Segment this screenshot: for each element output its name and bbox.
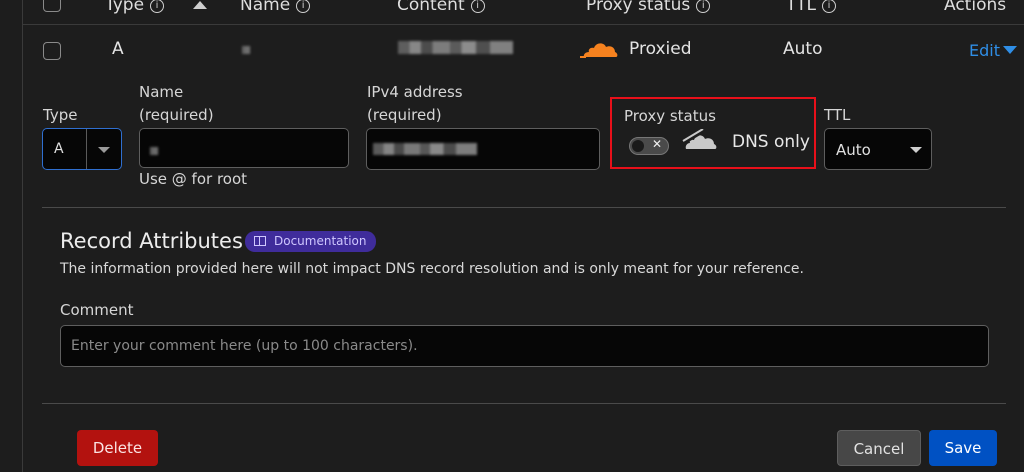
documentation-badge[interactable]: Documentation xyxy=(245,231,376,252)
header-divider xyxy=(23,24,1024,25)
record-type: A xyxy=(112,39,124,59)
name-value-redacted xyxy=(150,147,158,155)
name-label: Name (required) xyxy=(139,81,214,127)
sort-ascending-icon[interactable] xyxy=(193,1,207,9)
info-icon: i xyxy=(696,0,711,13)
cancel-button[interactable]: Cancel xyxy=(837,430,921,466)
ttl-select-value: Auto xyxy=(836,141,871,159)
type-select-value: A xyxy=(54,141,64,157)
info-icon: i xyxy=(470,0,485,13)
chevron-down-icon xyxy=(910,147,922,153)
column-header-name[interactable]: Name i xyxy=(240,0,311,15)
ttl-label: TTL xyxy=(824,106,851,124)
info-icon: i xyxy=(296,0,311,13)
actions-divider xyxy=(42,403,1006,404)
column-header-proxy-status[interactable]: Proxy status i xyxy=(586,0,711,15)
ipv4-label-line2: (required) xyxy=(367,106,442,124)
ipv4-label: IPv4 address (required) xyxy=(367,81,463,127)
proxied-cloud-icon xyxy=(580,40,620,60)
chevron-down-icon xyxy=(1002,46,1017,54)
delete-button[interactable]: Delete xyxy=(77,430,158,466)
type-label: Type xyxy=(43,106,78,124)
documentation-badge-label: Documentation xyxy=(274,234,367,248)
dns-record-panel: Type i Name i Content i Proxy status i TTL i … xyxy=(22,0,1024,472)
column-header-ttl[interactable]: TTL i xyxy=(786,0,836,15)
save-button[interactable]: Save xyxy=(929,430,997,466)
column-header-name-label: Name xyxy=(240,0,291,15)
column-header-ttl-label: TTL xyxy=(786,0,816,15)
record-attributes-description: The information provided here will not i… xyxy=(60,261,804,277)
comment-label: Comment xyxy=(60,301,134,319)
ipv4-value-redacted xyxy=(373,143,477,155)
proxy-toggle[interactable]: ✕ xyxy=(629,137,669,155)
record-proxy-status: Proxied xyxy=(629,39,692,59)
name-input[interactable] xyxy=(139,128,349,168)
select-divider xyxy=(86,129,87,169)
column-header-proxy-status-label: Proxy status xyxy=(586,0,691,15)
name-label-line2: (required) xyxy=(139,106,214,124)
ipv4-input[interactable] xyxy=(366,128,600,170)
record-content-redacted xyxy=(398,41,513,54)
select-all-checkbox[interactable] xyxy=(43,0,61,12)
record-ttl: Auto xyxy=(783,39,823,59)
record-checkbox[interactable] xyxy=(43,42,61,60)
form-divider xyxy=(42,207,1006,208)
close-icon: ✕ xyxy=(652,137,663,151)
chevron-down-icon xyxy=(98,147,110,153)
edit-button[interactable]: Edit xyxy=(969,41,1017,60)
book-icon xyxy=(254,236,266,246)
toggle-knob xyxy=(632,140,644,152)
record-attributes-title: Record Attributes xyxy=(60,229,243,253)
record-name-redacted xyxy=(242,46,250,54)
column-header-type-label: Type xyxy=(105,0,145,15)
info-icon: i xyxy=(821,0,836,13)
ttl-select[interactable]: Auto xyxy=(824,128,932,170)
column-header-content[interactable]: Content i xyxy=(397,0,485,15)
proxy-status-label: Proxy status xyxy=(624,107,716,125)
name-hint: Use @ for root xyxy=(139,170,248,188)
column-header-actions: Actions xyxy=(944,0,1007,15)
info-icon: i xyxy=(150,0,165,13)
type-select[interactable]: A xyxy=(42,128,122,170)
column-header-content-label: Content xyxy=(397,0,465,15)
edit-label: Edit xyxy=(969,41,1000,60)
comment-input[interactable] xyxy=(60,325,989,367)
proxy-status-highlight: Proxy status ✕ DNS only xyxy=(610,97,816,169)
column-header-type[interactable]: Type i xyxy=(105,0,165,15)
name-label-line1: Name xyxy=(139,83,184,101)
dns-only-cloud-icon xyxy=(682,128,718,151)
ipv4-label-line1: IPv4 address xyxy=(367,83,463,101)
proxy-status-value: DNS only xyxy=(732,132,810,152)
